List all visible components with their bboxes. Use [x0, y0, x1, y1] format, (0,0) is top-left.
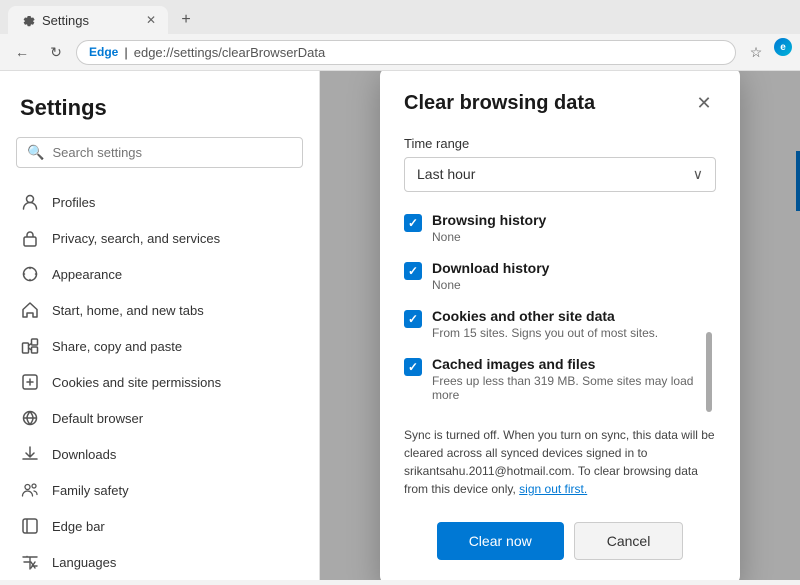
address-separator: | — [124, 45, 127, 60]
time-range-label: Time range — [404, 136, 716, 151]
cookies-content: Cookies and other site data From 15 site… — [432, 308, 658, 340]
cookies-label: Cookies and other site data — [432, 308, 658, 324]
cookies-label: Cookies and site permissions — [52, 375, 221, 390]
check-icon: ✓ — [408, 216, 418, 230]
edge-bar-icon — [20, 516, 40, 536]
languages-icon — [20, 552, 40, 572]
profile-button[interactable]: e — [774, 38, 792, 56]
browsing-history-item[interactable]: ✓ Browsing history None — [404, 212, 716, 244]
tab-close-button[interactable]: ✕ — [146, 13, 156, 27]
favorites-button[interactable]: ☆ — [742, 38, 770, 66]
sidebar-item-languages[interactable]: Languages — [0, 544, 319, 580]
appearance-icon — [20, 264, 40, 284]
checkboxes-area: ✓ Browsing history None ✓ — [404, 212, 716, 418]
languages-label: Languages — [52, 555, 116, 570]
main-content: Settings 🔍 Profiles Privacy, search, and… — [0, 71, 800, 580]
sidebar-item-downloads[interactable]: Downloads — [0, 436, 319, 472]
sidebar-item-start-home[interactable]: Start, home, and new tabs — [0, 292, 319, 328]
dialog-title: Clear browsing data — [404, 92, 595, 115]
download-history-label: Download history — [432, 260, 549, 276]
edge-bar-label: Edge bar — [52, 519, 105, 534]
sidebar-item-default-browser[interactable]: Default browser — [0, 400, 319, 436]
default-browser-label: Default browser — [52, 411, 143, 426]
sync-notice: Sync is turned off. When you turn on syn… — [404, 426, 716, 498]
browsing-history-label: Browsing history — [432, 212, 546, 228]
download-history-item[interactable]: ✓ Download history None — [404, 260, 716, 292]
scrollbar-thumb[interactable] — [706, 332, 712, 412]
check-icon: ✓ — [408, 360, 418, 374]
appearance-label: Appearance — [52, 267, 122, 282]
cached-desc: Frees up less than 319 MB. Some sites ma… — [432, 374, 716, 402]
search-icon: 🔍 — [27, 144, 44, 161]
cached-item[interactable]: ✓ Cached images and files Frees up less … — [404, 356, 716, 402]
cookies-icon — [20, 372, 40, 392]
active-tab[interactable]: Settings ✕ — [8, 6, 168, 34]
browsing-history-desc: None — [432, 230, 546, 244]
nav-icons: ☆ e — [742, 38, 792, 66]
nav-bar: ← ↻ Edge | edge://settings/clearBrowserD… — [0, 34, 800, 71]
default-browser-icon — [20, 408, 40, 428]
sign-out-link[interactable]: sign out first. — [519, 482, 587, 496]
chevron-down-icon: ∨ — [693, 166, 703, 183]
sidebar-title: Settings — [0, 87, 319, 137]
browser-chrome: Settings ✕ + ← ↻ Edge | edge://settings/… — [0, 0, 800, 71]
content-area: Clear browsing data ✕ Time range Last ho… — [320, 71, 800, 580]
sidebar-item-cookies[interactable]: Cookies and site permissions — [0, 364, 319, 400]
download-history-checkbox[interactable]: ✓ — [404, 262, 422, 280]
download-history-content: Download history None — [432, 260, 549, 292]
cached-checkbox[interactable]: ✓ — [404, 358, 422, 376]
address-text: edge://settings/clearBrowserData — [134, 45, 325, 60]
clear-browsing-data-dialog: Clear browsing data ✕ Time range Last ho… — [380, 71, 740, 580]
edge-label: Edge — [89, 45, 118, 59]
sidebar: Settings 🔍 Profiles Privacy, search, and… — [0, 71, 320, 580]
time-range-value: Last hour — [417, 166, 475, 182]
dialog-wrapper: Clear browsing data ✕ Time range Last ho… — [380, 71, 740, 580]
cached-label: Cached images and files — [432, 356, 716, 372]
dialog-actions: Clear now Cancel — [404, 522, 716, 560]
cookies-desc: From 15 sites. Signs you out of most sit… — [432, 326, 658, 340]
family-safety-label: Family safety — [52, 483, 129, 498]
search-box[interactable]: 🔍 — [16, 137, 303, 168]
modal-overlay: Clear browsing data ✕ Time range Last ho… — [320, 71, 800, 580]
sidebar-item-share[interactable]: Share, copy and paste — [0, 328, 319, 364]
dialog-header: Clear browsing data ✕ — [404, 92, 716, 116]
refresh-button[interactable]: ↻ — [42, 38, 70, 66]
cookies-checkbox[interactable]: ✓ — [404, 310, 422, 328]
sidebar-item-family-safety[interactable]: Family safety — [0, 472, 319, 508]
start-home-icon — [20, 300, 40, 320]
tab-title: Settings — [42, 13, 89, 28]
family-safety-icon — [20, 480, 40, 500]
new-tab-button[interactable]: + — [172, 6, 200, 34]
address-bar[interactable]: Edge | edge://settings/clearBrowserData — [76, 40, 736, 65]
search-input[interactable] — [52, 145, 292, 160]
sidebar-item-privacy[interactable]: Privacy, search, and services — [0, 220, 319, 256]
share-label: Share, copy and paste — [52, 339, 182, 354]
share-icon — [20, 336, 40, 356]
start-home-label: Start, home, and new tabs — [52, 303, 204, 318]
browsing-history-checkbox[interactable]: ✓ — [404, 214, 422, 232]
download-history-desc: None — [432, 278, 549, 292]
downloads-label: Downloads — [52, 447, 116, 462]
time-range-select[interactable]: Last hour ∨ — [404, 157, 716, 192]
sidebar-item-edge-bar[interactable]: Edge bar — [0, 508, 319, 544]
downloads-icon — [20, 444, 40, 464]
check-icon: ✓ — [408, 312, 418, 326]
cached-content: Cached images and files Frees up less th… — [432, 356, 716, 402]
profiles-label: Profiles — [52, 195, 95, 210]
clear-now-button[interactable]: Clear now — [437, 522, 564, 560]
cancel-button[interactable]: Cancel — [574, 522, 684, 560]
tab-bar: Settings ✕ + — [0, 0, 800, 34]
profiles-icon — [20, 192, 40, 212]
sidebar-item-appearance[interactable]: Appearance — [0, 256, 319, 292]
cookies-item[interactable]: ✓ Cookies and other site data From 15 si… — [404, 308, 716, 340]
browsing-history-content: Browsing history None — [432, 212, 546, 244]
dialog-close-button[interactable]: ✕ — [692, 92, 716, 116]
privacy-label: Privacy, search, and services — [52, 231, 220, 246]
back-button[interactable]: ← — [8, 38, 36, 66]
settings-favicon — [20, 12, 36, 28]
privacy-icon — [20, 228, 40, 248]
check-icon: ✓ — [408, 264, 418, 278]
sidebar-item-profiles[interactable]: Profiles — [0, 184, 319, 220]
